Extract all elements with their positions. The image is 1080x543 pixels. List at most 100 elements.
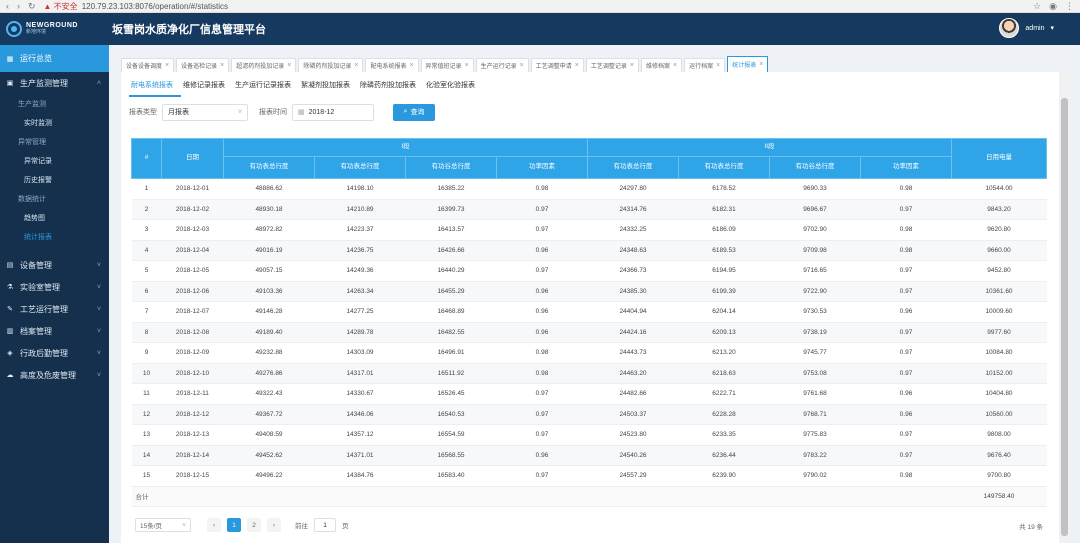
sidebar-group-monitor[interactable]: ▣ 生产监测管理 ˄	[0, 72, 109, 94]
table-row[interactable]: 14 2018-12-14 49452.62 14371.01 16568.55 0.96…	[131, 445, 1047, 466]
report-tab-phosphorus[interactable]: 除磷药剂投加报表	[358, 78, 424, 97]
query-button[interactable]: ⌕ 查询	[393, 103, 435, 121]
table-row[interactable]: 8 2018-12-08 49189.40 14289.78 16482.55 0.96 2…	[131, 322, 1047, 343]
report-time-picker[interactable]: ▦ 2018-12	[292, 103, 374, 121]
table-cell: 0.96	[496, 240, 588, 261]
table-cell: 9761.68	[769, 383, 861, 405]
sidebar-item-realtime[interactable]: 实时监测	[0, 113, 109, 132]
table-row[interactable]: 7 2018-12-07 49146.28 14277.25 16468.89 0.96 2…	[131, 301, 1047, 323]
table-cell: 24366.73	[587, 260, 679, 282]
table-cell: 13	[131, 424, 162, 446]
tab-item[interactable]: 工艺调整申请 ×	[530, 58, 584, 72]
tab-item[interactable]: 异常值班记录 ×	[420, 58, 474, 72]
reload-icon[interactable]: ↻	[28, 1, 36, 12]
table-cell: 49146.28	[223, 301, 315, 323]
report-type-select[interactable]: 月报表 ˅	[162, 103, 248, 121]
forward-icon[interactable]: ›	[17, 1, 20, 11]
report-tab-maintenance[interactable]: 维修记录报表	[181, 78, 233, 97]
page-2-button[interactable]: 2	[247, 518, 261, 532]
address-bar[interactable]: 120.79.23.103:8076/operation/#/statistic…	[82, 2, 1033, 11]
tab-item[interactable]: 工艺调整记录 ×	[585, 58, 639, 72]
sidebar-item-report[interactable]: 统计报表	[0, 227, 109, 246]
sidebar-group-admin[interactable]: ◈ 行政后勤管理 ˅	[0, 342, 109, 364]
close-icon[interactable]: ×	[220, 62, 224, 69]
tab-item[interactable]: 除磷药剂投加记录 ×	[298, 58, 364, 72]
close-icon[interactable]: ×	[165, 62, 169, 69]
table-row[interactable]: 11 2018-12-11 49322.43 14330.67 16526.45 0.97…	[131, 383, 1047, 405]
table-row[interactable]: 5 2018-12-05 49057.15 14249.36 16440.29 0.97 2…	[131, 260, 1047, 282]
table-cell: 24332.25	[587, 219, 679, 241]
tab-item[interactable]: 设备巡检记录 ×	[176, 58, 230, 72]
close-icon[interactable]: ×	[287, 62, 291, 69]
report-tab-production[interactable]: 生产运行记录报表	[233, 78, 299, 97]
sidebar-subhead-alarm[interactable]: 异常管理	[0, 132, 109, 151]
sidebar-item-home[interactable]: ▦ 运行总览	[0, 45, 109, 72]
close-icon[interactable]: ×	[759, 61, 763, 68]
report-tab-lab[interactable]: 化验室化验报表	[424, 78, 483, 97]
report-tab-flocculant[interactable]: 絮凝剂投加报表	[299, 78, 358, 97]
table-cell: 0.96	[496, 322, 588, 343]
close-icon[interactable]: ×	[673, 62, 677, 69]
sidebar-group-archive[interactable]: ▥ 档案管理 ˅	[0, 320, 109, 342]
table-row[interactable]: 15 2018-12-15 49496.22 14384.76 16583.40 0.97…	[131, 465, 1047, 487]
close-icon[interactable]: ×	[575, 62, 579, 69]
sidebar-item-trend[interactable]: 趋势图	[0, 208, 109, 227]
tab-item[interactable]: 运行档案 ×	[684, 58, 726, 72]
caret-down-icon[interactable]: ▾	[1050, 24, 1054, 32]
sidebar-group-hazard[interactable]: ☁ 高度及危废管理 ˅	[0, 364, 109, 386]
close-icon[interactable]: ×	[520, 62, 524, 69]
table-cell: 49276.86	[223, 363, 315, 384]
table-row[interactable]: 12 2018-12-12 49367.72 14346.06 16540.53 0.97…	[131, 404, 1047, 425]
table-cell: 14198.10	[314, 178, 406, 200]
tab-item[interactable]: 设备设备调度 ×	[121, 58, 175, 72]
table-cell: 9	[131, 342, 162, 364]
close-icon[interactable]: ×	[716, 62, 720, 69]
scrollbar[interactable]	[1060, 72, 1069, 543]
menu-icon[interactable]: ⋮	[1065, 1, 1074, 12]
table-row[interactable]: 10 2018-12-10 49276.86 14317.01 16511.92 0.98…	[131, 363, 1047, 384]
table-cell: 24443.73	[587, 342, 679, 364]
user-menu[interactable]: admin ▾	[999, 18, 1054, 38]
security-warning[interactable]: ▲ 不安全	[44, 1, 78, 12]
tab-item[interactable]: 生产运行记录 ×	[475, 58, 529, 72]
tab-item[interactable]: 配电系统报表 ×	[365, 58, 419, 72]
goto-page-input[interactable]: 1	[314, 518, 336, 532]
page-1-button[interactable]: 1	[227, 518, 241, 532]
close-icon[interactable]: ×	[354, 62, 358, 69]
sidebar-item-alarm-records[interactable]: 异常记录	[0, 151, 109, 170]
tab-item[interactable]: 超滤药剂投加记录 ×	[231, 58, 297, 72]
tab-item[interactable]: 维修档案 ×	[640, 58, 683, 72]
scrollbar-thumb[interactable]	[1061, 98, 1068, 536]
user-name[interactable]: admin	[1025, 25, 1044, 32]
report-tab-power[interactable]: 耐电系统报表	[129, 78, 181, 97]
table-row[interactable]: 4 2018-12-04 49016.19 14236.75 16426.66 0.96 2…	[131, 240, 1047, 261]
table-cell: 49496.22	[223, 465, 315, 487]
prev-page-button[interactable]: ‹	[207, 518, 221, 532]
sidebar-subhead-stats[interactable]: 数据统计	[0, 189, 109, 208]
table-cell: 10361.60	[951, 281, 1047, 302]
close-icon[interactable]: ×	[409, 62, 413, 69]
sidebar-item-history-alarm[interactable]: 历史报警	[0, 170, 109, 189]
tab-statistics[interactable]: 统计报表 ×	[727, 56, 769, 72]
back-icon[interactable]: ‹	[6, 1, 9, 11]
close-icon[interactable]: ×	[465, 62, 469, 69]
next-page-button[interactable]: ›	[267, 518, 281, 532]
table-cell: 0.97	[496, 199, 588, 220]
table-row[interactable]: 9 2018-12-09 49232.88 14303.09 16496.91 0.98 2…	[131, 342, 1047, 364]
account-icon[interactable]: ◉	[1049, 1, 1057, 12]
sidebar-subhead-monitor[interactable]: 生产监测	[0, 94, 109, 113]
page-size-select[interactable]: 15条/页 ˅	[135, 518, 191, 532]
table-row[interactable]: 13 2018-12-13 49408.59 14357.12 16554.59 0.97…	[131, 424, 1047, 446]
table-row[interactable]: 2 2018-12-02 48930.18 14210.89 16399.73 0.97 2…	[131, 199, 1047, 220]
sidebar-group-process[interactable]: ✎ 工艺运行管理 ˅	[0, 298, 109, 320]
close-icon[interactable]: ×	[630, 62, 634, 69]
sidebar-group-equipment[interactable]: ▤ 设备管理 ˅	[0, 254, 109, 276]
table-row[interactable]: 3 2018-12-03 48972.82 14223.37 16413.57 0.97 2…	[131, 219, 1047, 241]
table-row[interactable]: 6 2018-12-06 49103.36 14263.34 16455.29 0.96 2…	[131, 281, 1047, 302]
star-icon[interactable]: ☆	[1033, 1, 1041, 12]
table-cell: 49232.88	[223, 342, 315, 364]
avatar[interactable]	[999, 18, 1020, 38]
table-cell: 16482.55	[405, 322, 497, 343]
sidebar-group-lab[interactable]: ⚗ 实验室管理 ˅	[0, 276, 109, 298]
table-row[interactable]: 1 2018-12-01 48886.62 14198.10 16385.22 0.98 2…	[131, 178, 1047, 200]
